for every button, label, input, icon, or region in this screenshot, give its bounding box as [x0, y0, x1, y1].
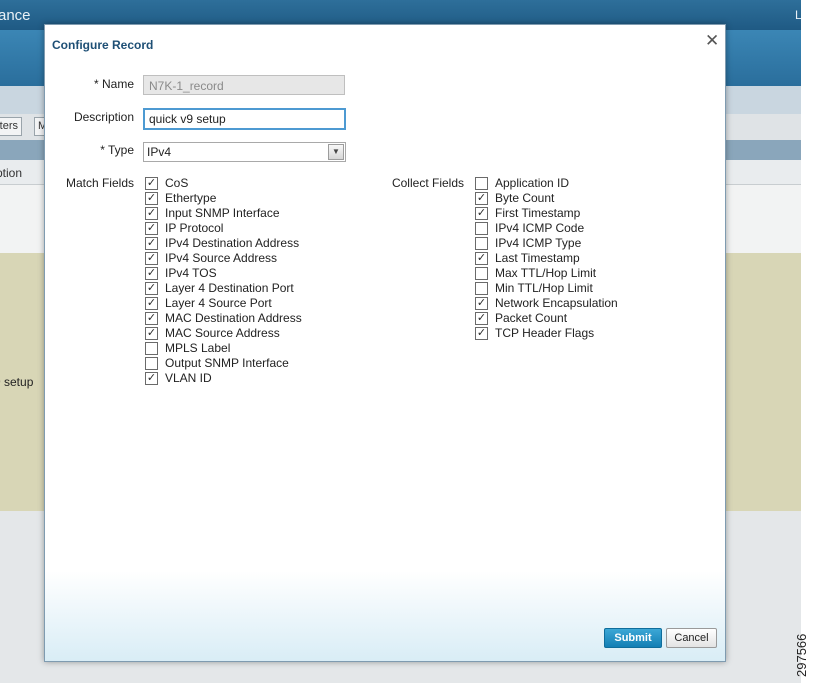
checkbox-unchecked-icon[interactable]	[145, 342, 158, 355]
match-field-label: Ethertype	[165, 191, 217, 205]
checkbox-unchecked-icon[interactable]	[475, 267, 488, 280]
checkbox-checked-icon[interactable]: ✓	[145, 192, 158, 205]
match-field-label: IPv4 TOS	[165, 266, 217, 280]
match-field-label: Layer 4 Destination Port	[165, 281, 294, 295]
collect-field-label: First Timestamp	[495, 206, 581, 220]
match-field-label: MPLS Label	[165, 341, 231, 355]
description-label: Description	[73, 110, 134, 124]
type-label: * Type	[100, 143, 134, 157]
checkbox-unchecked-icon[interactable]	[475, 177, 488, 190]
checkbox-checked-icon[interactable]: ✓	[145, 207, 158, 220]
checkbox-checked-icon[interactable]: ✓	[145, 282, 158, 295]
match-field-label: IP Protocol	[165, 221, 224, 235]
checkbox-checked-icon[interactable]: ✓	[145, 252, 158, 265]
match-field-label: CoS	[165, 176, 189, 190]
collect-field-label: Packet Count	[495, 311, 568, 325]
app-title: ance	[0, 7, 31, 24]
checkbox-unchecked-icon[interactable]	[475, 237, 488, 250]
checkbox-checked-icon[interactable]: ✓	[475, 207, 488, 220]
description-input[interactable]: quick v9 setup	[143, 108, 346, 130]
grid-cell-description: 9 setup	[0, 375, 34, 389]
match-field-label: Layer 4 Source Port	[165, 296, 272, 310]
checkbox-checked-icon[interactable]: ✓	[145, 177, 158, 190]
checkbox-checked-icon[interactable]: ✓	[145, 372, 158, 385]
match-field-label: Input SNMP Interface	[165, 206, 280, 220]
submit-button[interactable]: Submit	[604, 628, 662, 648]
checkbox-checked-icon[interactable]: ✓	[145, 267, 158, 280]
figure-id: 297566	[794, 633, 809, 677]
configure-record-dialog: Configure Record ✕ * Name N7K-1_record D…	[44, 24, 726, 662]
collect-field-label: Max TTL/Hop Limit	[495, 266, 597, 280]
match-fields-label: Match Fields	[65, 176, 134, 190]
collect-field-label: Application ID	[495, 176, 570, 190]
checkbox-checked-icon[interactable]: ✓	[475, 312, 488, 325]
collect-field-label: Min TTL/Hop Limit	[495, 281, 593, 295]
checkbox-unchecked-icon[interactable]	[475, 282, 488, 295]
checkbox-checked-icon[interactable]: ✓	[145, 222, 158, 235]
name-label: * Name	[93, 77, 134, 91]
checkbox-checked-icon[interactable]: ✓	[145, 297, 158, 310]
checkbox-checked-icon[interactable]: ✓	[475, 252, 488, 265]
name-field: N7K-1_record	[143, 75, 345, 95]
match-field-label: IPv4 Source Address	[165, 251, 278, 265]
collect-field-label: TCP Header Flags	[495, 326, 595, 340]
collect-field-label: Network Encapsulation	[495, 296, 618, 310]
match-field-label: MAC Destination Address	[165, 311, 302, 325]
checkbox-checked-icon[interactable]: ✓	[475, 327, 488, 340]
collect-fields-label: Collect Fields	[391, 176, 464, 190]
match-field-label: IPv4 Destination Address	[165, 236, 300, 250]
type-select-value: IPv4	[147, 145, 172, 159]
checkbox-unchecked-icon[interactable]	[145, 357, 158, 370]
match-field-label: Output SNMP Interface	[165, 356, 289, 370]
match-field-label: MAC Source Address	[165, 326, 280, 340]
collect-field-label: IPv4 ICMP Code	[495, 221, 585, 235]
checkbox-checked-icon[interactable]: ✓	[145, 237, 158, 250]
checkbox-checked-icon[interactable]: ✓	[475, 192, 488, 205]
match-field-label: VLAN ID	[165, 371, 212, 385]
checkbox-unchecked-icon[interactable]	[475, 222, 488, 235]
checkbox-checked-icon[interactable]: ✓	[475, 297, 488, 310]
chevron-down-icon[interactable]: ▼	[328, 144, 344, 160]
dialog-title: Configure Record	[52, 38, 154, 52]
checkbox-checked-icon[interactable]: ✓	[145, 327, 158, 340]
column-header-description[interactable]: ption	[0, 166, 22, 180]
checkbox-checked-icon[interactable]: ✓	[145, 312, 158, 325]
type-select[interactable]: IPv4 ▼	[143, 142, 346, 162]
page-margin	[801, 0, 819, 683]
close-icon[interactable]: ✕	[705, 32, 719, 49]
cancel-button[interactable]: Cancel	[666, 628, 717, 648]
tab-counters[interactable]: rters	[0, 117, 22, 136]
collect-field-label: Byte Count	[495, 191, 555, 205]
collect-field-label: IPv4 ICMP Type	[495, 236, 582, 250]
collect-field-label: Last Timestamp	[495, 251, 580, 265]
